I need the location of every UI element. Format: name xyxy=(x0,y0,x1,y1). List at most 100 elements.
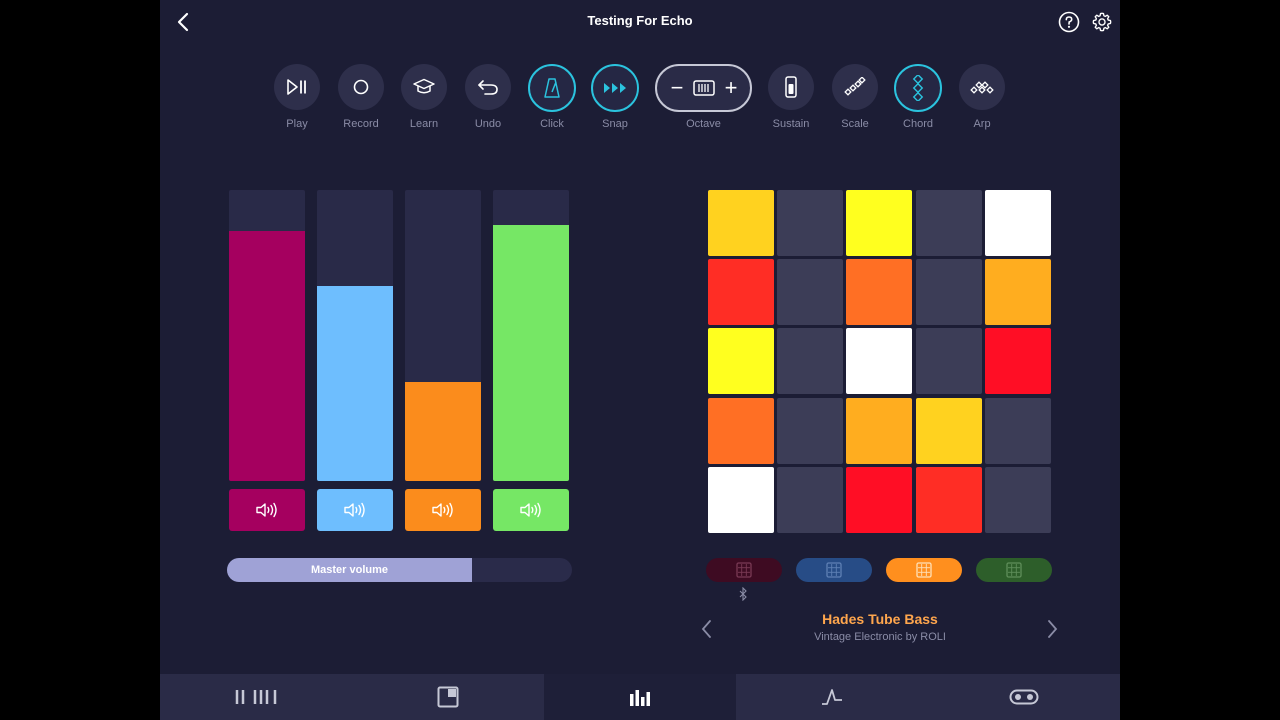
pad-r2-c2[interactable] xyxy=(777,259,843,325)
speaker-icon xyxy=(256,502,277,518)
tab-controls[interactable] xyxy=(928,674,1120,720)
chord-label: Chord xyxy=(903,118,933,130)
sustain-pedal-icon xyxy=(768,64,814,110)
chevron-left-icon xyxy=(701,620,711,638)
octave-down-button[interactable]: − xyxy=(663,66,691,110)
channel-level-fill xyxy=(405,382,481,481)
play-button[interactable]: Play xyxy=(267,64,327,134)
arp-label: Arp xyxy=(973,118,991,130)
learn-button[interactable]: Learn xyxy=(394,64,454,134)
pad-r5-c1[interactable] xyxy=(708,467,774,533)
pad-r1-c1[interactable] xyxy=(708,190,774,256)
channel-mute-button-3[interactable] xyxy=(405,489,481,531)
channel-mute-button-4[interactable] xyxy=(493,489,569,531)
grid-icon xyxy=(1006,562,1022,578)
scale-button[interactable]: Scale xyxy=(825,64,885,134)
pad-bank-button-4[interactable] xyxy=(976,558,1052,582)
tab-keyboard[interactable] xyxy=(160,674,352,720)
mixer-icon xyxy=(630,690,650,706)
pad-r5-c5[interactable] xyxy=(985,467,1051,533)
pad-r4-c3[interactable] xyxy=(846,398,912,464)
next-sound-button[interactable] xyxy=(1043,618,1061,640)
speaker-icon xyxy=(432,502,453,518)
pad-bank-button-2[interactable] xyxy=(796,558,872,582)
channel-level-fill xyxy=(317,286,393,481)
channel-fader-3[interactable] xyxy=(405,190,481,481)
pad-r2-c3[interactable] xyxy=(846,259,912,325)
master-volume-slider[interactable]: Master volume xyxy=(227,558,572,582)
pad-r1-c2[interactable] xyxy=(777,190,843,256)
octave-control: − + Octave xyxy=(655,64,752,134)
pad-r1-c5[interactable] xyxy=(985,190,1051,256)
channel-fader-1[interactable] xyxy=(229,190,305,481)
click-button[interactable]: Click xyxy=(522,64,582,134)
app-window: Testing For Echo Play Record Learn Undo … xyxy=(160,0,1120,720)
bottom-nav xyxy=(160,674,1120,720)
sustain-button[interactable]: Sustain xyxy=(761,64,821,134)
pad-r5-c2[interactable] xyxy=(777,467,843,533)
help-button[interactable] xyxy=(1058,11,1080,33)
octave-label: Octave xyxy=(686,118,721,130)
undo-label: Undo xyxy=(474,118,502,130)
snap-label: Snap xyxy=(602,118,628,130)
chord-icon xyxy=(894,64,942,112)
learn-label: Learn xyxy=(409,118,439,130)
channel-level-fill xyxy=(229,231,305,481)
snap-button[interactable]: Snap xyxy=(585,64,645,134)
tab-pad-layout[interactable] xyxy=(352,674,544,720)
play-label: Play xyxy=(286,118,308,130)
graduation-cap-icon xyxy=(401,64,447,110)
speaker-icon xyxy=(344,502,365,518)
pad-r2-c4[interactable] xyxy=(916,259,982,325)
pad-layout-icon xyxy=(437,686,459,708)
click-label: Click xyxy=(540,118,564,130)
pad-bank-button-3[interactable] xyxy=(886,558,962,582)
octave-up-button[interactable]: + xyxy=(717,66,745,110)
grid-icon xyxy=(826,562,842,578)
pad-r3-c2[interactable] xyxy=(777,328,843,394)
undo-button[interactable]: Undo xyxy=(458,64,518,134)
gear-icon xyxy=(1092,12,1112,32)
tab-envelope[interactable] xyxy=(736,674,928,720)
pad-r5-c3[interactable] xyxy=(846,467,912,533)
pad-r4-c1[interactable] xyxy=(708,398,774,464)
pad-r4-c4[interactable] xyxy=(916,398,982,464)
pad-bank-button-1[interactable] xyxy=(706,558,782,582)
top-bar: Testing For Echo xyxy=(160,0,1120,44)
record-button[interactable]: Record xyxy=(331,64,391,134)
channel-fader-4[interactable] xyxy=(493,190,569,481)
scale-label: Scale xyxy=(841,118,869,130)
pad-r1-c3[interactable] xyxy=(846,190,912,256)
arp-button[interactable]: Arp xyxy=(952,64,1012,134)
keyboard-icon xyxy=(693,80,715,96)
pad-r4-c5[interactable] xyxy=(985,398,1051,464)
tab-mixer[interactable] xyxy=(544,674,736,720)
chevron-right-icon xyxy=(1048,620,1058,638)
bluetooth-icon xyxy=(739,587,747,601)
keyboard-icon xyxy=(235,690,277,704)
pad-r2-c5[interactable] xyxy=(985,259,1051,325)
chord-button[interactable]: Chord xyxy=(888,64,948,134)
pad-r3-c4[interactable] xyxy=(916,328,982,394)
channel-mute-button-1[interactable] xyxy=(229,489,305,531)
previous-sound-button[interactable] xyxy=(698,618,716,640)
sound-pack: Vintage Electronic by ROLI xyxy=(814,631,946,643)
channel-mute-button-2[interactable] xyxy=(317,489,393,531)
record-label: Record xyxy=(343,118,379,130)
pad-r3-c3[interactable] xyxy=(846,328,912,394)
pad-r3-c5[interactable] xyxy=(985,328,1051,394)
pad-r1-c4[interactable] xyxy=(916,190,982,256)
speaker-icon xyxy=(520,502,541,518)
channel-fader-2[interactable] xyxy=(317,190,393,481)
pad-r5-c4[interactable] xyxy=(916,467,982,533)
channel-level-fill xyxy=(493,225,569,481)
play-pause-icon xyxy=(274,64,320,110)
settings-button[interactable] xyxy=(1091,11,1113,33)
help-icon xyxy=(1058,11,1080,33)
pad-r4-c2[interactable] xyxy=(777,398,843,464)
record-icon xyxy=(338,64,384,110)
sustain-label: Sustain xyxy=(772,118,810,130)
pad-r3-c1[interactable] xyxy=(708,328,774,394)
toggle-icon xyxy=(1009,689,1039,705)
pad-r2-c1[interactable] xyxy=(708,259,774,325)
